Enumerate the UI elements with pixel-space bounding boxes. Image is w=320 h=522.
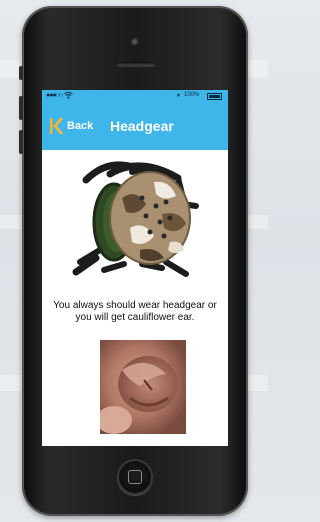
headgear-image bbox=[72, 161, 199, 277]
home-button[interactable] bbox=[117, 459, 153, 495]
headgear-caption: You always should wear headgear or you w… bbox=[53, 300, 217, 323]
bluetooth-icon: ∗ bbox=[176, 93, 182, 99]
phone-frame: ●●●○○ ∗ 100% Back Headgear You always sh… bbox=[19, 6, 248, 516]
earpiece-speaker bbox=[116, 62, 156, 67]
nav-bar: Back Headgear bbox=[42, 102, 228, 150]
app-screen: ●●●○○ ∗ 100% Back Headgear You always sh… bbox=[42, 90, 228, 446]
status-bar: ●●●○○ ∗ 100% bbox=[42, 90, 228, 102]
battery-icon bbox=[207, 93, 222, 100]
battery-percent: 100% bbox=[184, 92, 200, 98]
front-camera bbox=[131, 38, 140, 47]
back-button[interactable]: Back bbox=[50, 116, 93, 136]
back-chevron-icon bbox=[50, 117, 63, 135]
back-label: Back bbox=[67, 120, 94, 132]
volume-up-button bbox=[19, 96, 23, 120]
cauliflower-ear-image bbox=[100, 340, 186, 434]
main-content: You always should wear headgear or you w… bbox=[42, 150, 228, 446]
signal-strength: ●●●○○ bbox=[46, 92, 63, 99]
page-title: Headgear bbox=[110, 118, 174, 134]
wifi-icon bbox=[64, 91, 73, 101]
mute-switch bbox=[19, 66, 23, 80]
home-square-icon bbox=[128, 470, 142, 484]
volume-down-button bbox=[19, 130, 23, 154]
